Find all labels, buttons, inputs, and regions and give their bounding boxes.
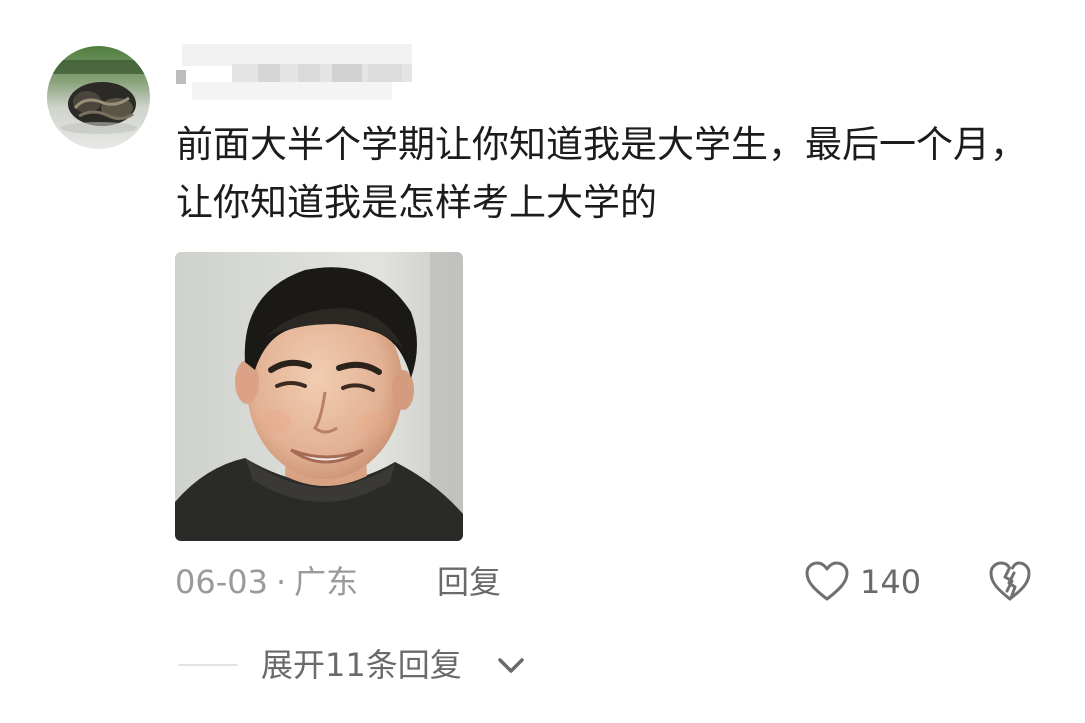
avatar-image [47,46,150,149]
comment-location: 广东 [294,563,359,601]
expand-replies-button[interactable]: 展开11条回复 [261,641,462,689]
chevron-down-icon[interactable] [496,654,526,678]
heart-outline-icon[interactable] [804,560,850,602]
like-count: 140 [860,563,922,601]
broken-heart-icon[interactable] [988,560,1032,602]
reply-button[interactable]: 回复 [437,558,501,606]
comment-text: 前面大半个学期让你知道我是大学生，最后一个月，让你知道我是怎样考上大学的 [176,123,1027,224]
comment-date: 06-03 [175,563,268,601]
avatar[interactable] [47,46,150,149]
comment-image[interactable] [175,252,463,541]
comment-meta: 06-03 · 广东 [175,558,358,606]
replies-divider [178,664,238,666]
person-photo [175,252,463,541]
meta-separator: · [275,563,287,601]
username-blurred [172,42,462,104]
